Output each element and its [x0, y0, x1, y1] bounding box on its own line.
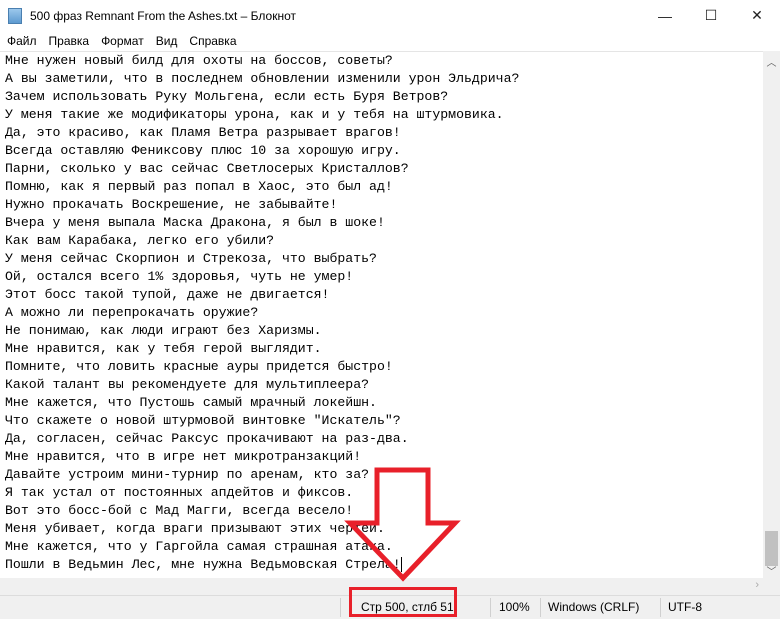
status-highlight-box	[349, 587, 457, 617]
red-down-arrow-icon	[344, 467, 461, 582]
annotation-arrow	[344, 467, 461, 582]
